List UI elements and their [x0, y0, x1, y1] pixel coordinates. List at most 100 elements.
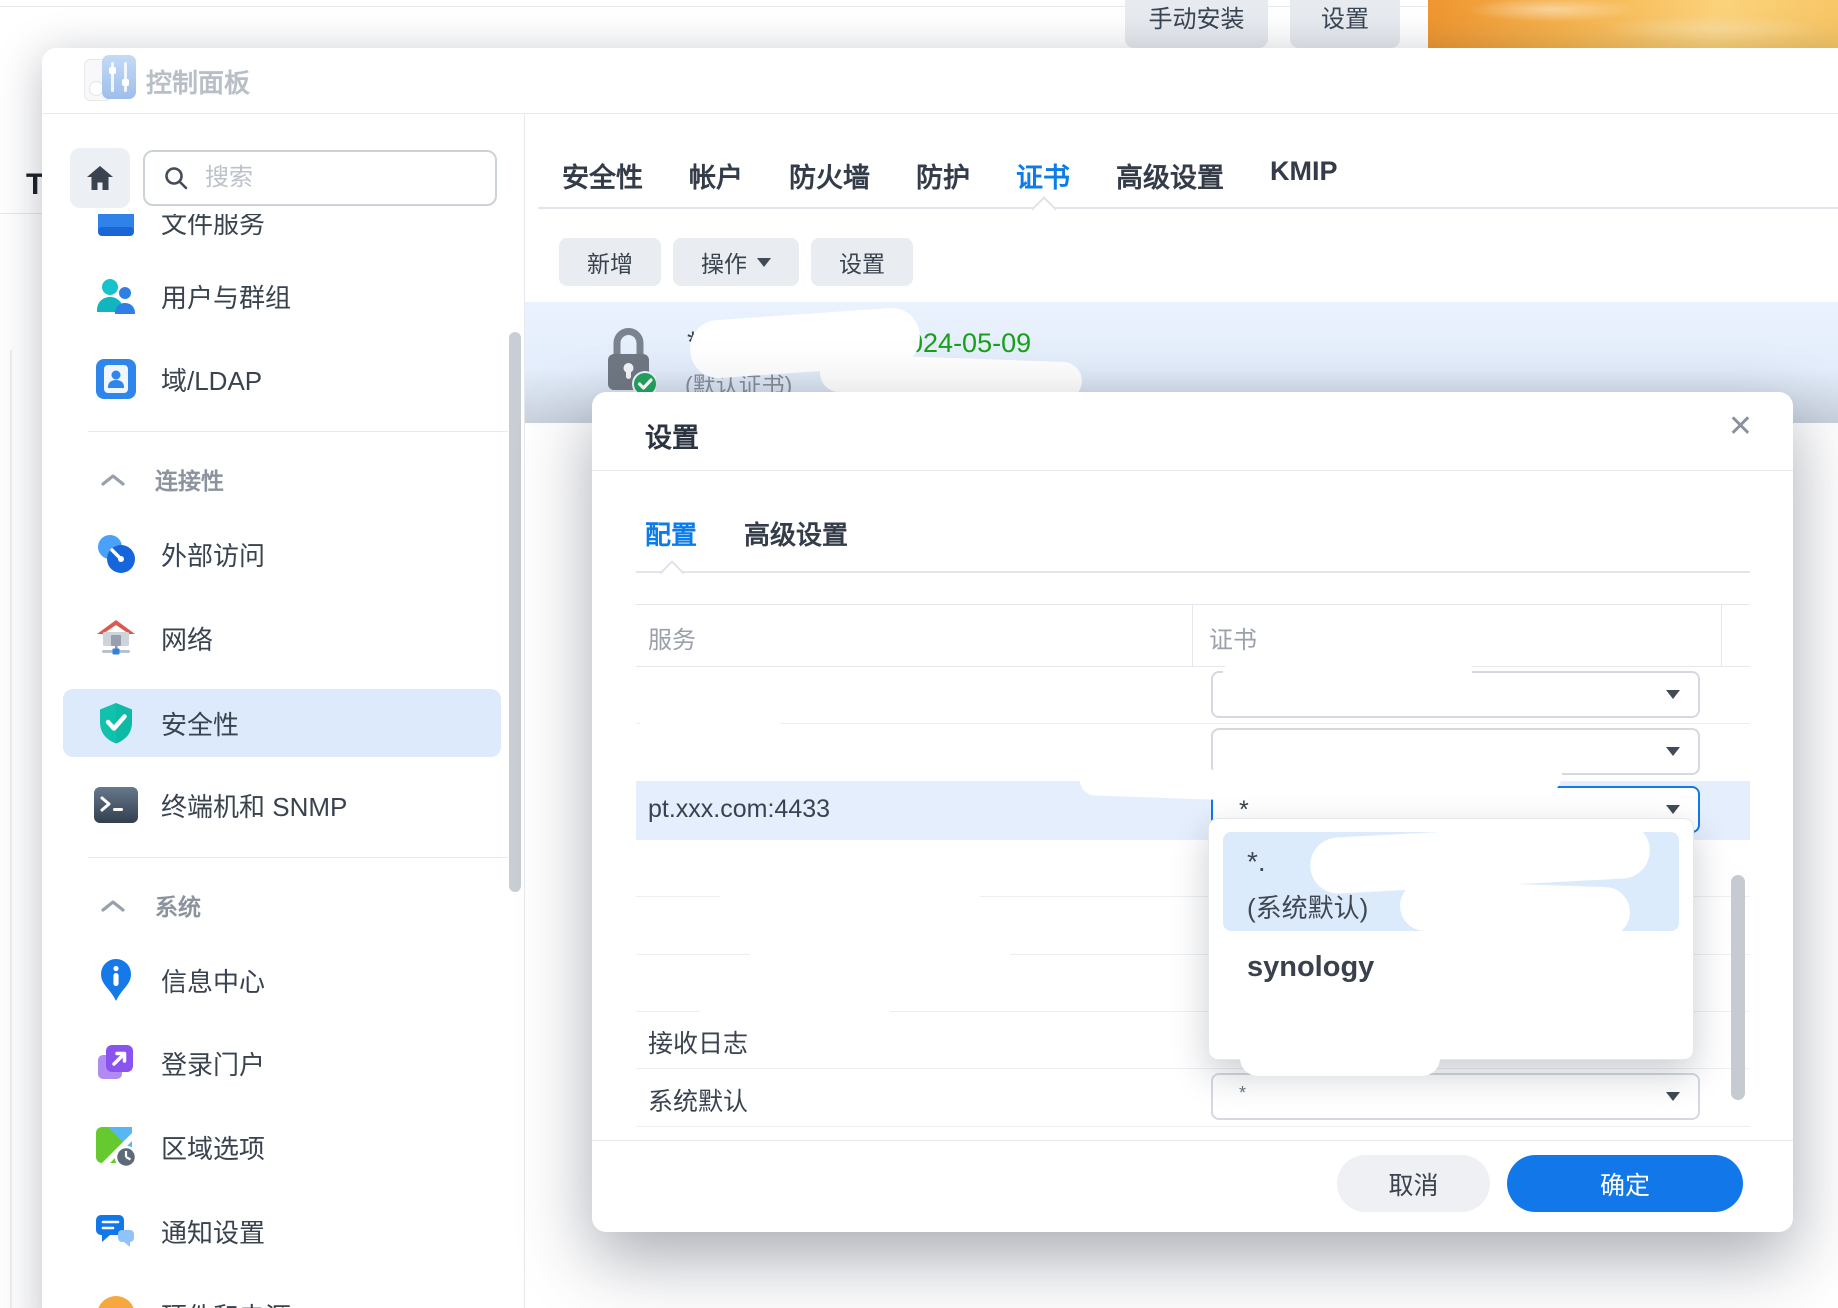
- security-shield-icon: [93, 701, 139, 745]
- header-divider: [42, 113, 1838, 114]
- column-header-service: 服务: [648, 620, 696, 655]
- sidebar-item-terminal-snmp[interactable]: 终端机和 SNMP: [63, 771, 501, 839]
- dialog-tab-configuration[interactable]: 配置: [645, 515, 697, 552]
- certificate-lock-icon: [600, 320, 656, 402]
- notification-icon: [93, 1211, 139, 1251]
- settings-button[interactable]: 设置: [811, 238, 913, 286]
- search-icon: [163, 165, 189, 191]
- sidebar-item-file-services[interactable]: 文件服务: [63, 214, 501, 256]
- redaction-blob: [1080, 765, 1251, 801]
- caret-down-icon: [1666, 747, 1680, 756]
- info-center-icon: [93, 957, 139, 1003]
- redaction-blob: [700, 1002, 890, 1022]
- table-top-border: [636, 604, 1750, 605]
- sidebar-item-external-access[interactable]: 外部访问: [63, 520, 501, 588]
- section-label: 连接性: [155, 462, 224, 496]
- close-icon[interactable]: ✕: [1728, 412, 1753, 442]
- dialog-tab-bar: 配置 高级设置: [645, 515, 848, 552]
- service-cell: pt.xxx.com:4433: [648, 795, 830, 824]
- sidebar-item-label: 信息中心: [161, 962, 265, 999]
- redaction-blob: [1268, 769, 1559, 820]
- tab-protection[interactable]: 防护: [916, 156, 970, 195]
- sidebar-item-network[interactable]: 网络: [63, 604, 501, 672]
- dropdown-option-synology[interactable]: synology: [1247, 951, 1374, 984]
- sidebar-item-label: 域/LDAP: [161, 361, 262, 398]
- home-button[interactable]: [70, 148, 130, 208]
- redacted-value-mark: *: [1239, 1083, 1246, 1104]
- sidebar-item-users-groups[interactable]: 用户与群组: [63, 262, 501, 330]
- table-bottom-border: [636, 1126, 1750, 1127]
- external-access-icon: [93, 533, 139, 575]
- certificate-toolbar: 新增 操作 设置: [559, 238, 913, 286]
- row-divider: [636, 1068, 1750, 1069]
- sidebar-item-label: 用户与群组: [161, 278, 291, 315]
- sidebar-section-system[interactable]: 系统: [63, 885, 483, 925]
- sidebar-item-info-center[interactable]: 信息中心: [63, 946, 501, 1014]
- sidebar-item-hardware-power[interactable]: 硬件和电源: [63, 1281, 501, 1308]
- section-label: 系统: [155, 888, 201, 922]
- manual-install-label: 手动安装: [1149, 0, 1245, 34]
- dialog-tab-advanced[interactable]: 高级设置: [744, 515, 848, 552]
- ok-button[interactable]: 确定: [1507, 1155, 1743, 1212]
- cancel-button[interactable]: 取消: [1337, 1155, 1490, 1212]
- add-label: 新增: [587, 245, 633, 279]
- sidebar-item-label: 区域选项: [161, 1129, 265, 1166]
- action-button[interactable]: 操作: [673, 238, 799, 286]
- terminal-icon: [93, 787, 139, 823]
- redaction-blob: [750, 944, 1010, 966]
- dialog-scrollbar[interactable]: [1731, 875, 1745, 1100]
- desktop-settings-label: 设置: [1321, 0, 1369, 34]
- redaction-blob: [640, 710, 780, 736]
- tab-certificate[interactable]: 证书: [1016, 156, 1070, 195]
- caret-down-icon: [757, 258, 771, 267]
- table-header-border: [636, 666, 1750, 667]
- regional-options-icon: [93, 1125, 139, 1169]
- option-line1: *.: [1247, 846, 1266, 878]
- redaction-blob: [1221, 648, 1472, 701]
- network-icon: [93, 617, 139, 659]
- redaction-blob: [1248, 1076, 1438, 1116]
- tab-security[interactable]: 安全性: [562, 156, 643, 195]
- caret-down-icon: [1666, 805, 1680, 814]
- desktop-settings-button[interactable]: 设置: [1290, 0, 1400, 48]
- desktop-wallpaper: [1428, 0, 1838, 48]
- sidebar-item-notification-settings[interactable]: 通知设置: [63, 1197, 501, 1265]
- sidebar-item-label: 硬件和电源: [161, 1297, 291, 1308]
- tab-account[interactable]: 帐户: [689, 156, 743, 195]
- tab-advanced[interactable]: 高级设置: [1116, 156, 1224, 195]
- sidebar-item-security[interactable]: 安全性: [63, 689, 501, 757]
- chevron-up-icon: [101, 473, 125, 486]
- settings-dialog: 设置 ✕ 配置 高级设置 服务 证书 pt.xxx.com:4433 接收日志 …: [592, 392, 1793, 1232]
- control-panel-icon: [84, 55, 136, 101]
- domain-icon: [93, 359, 139, 399]
- sidebar-item-label: 登录门户: [161, 1045, 265, 1082]
- column-divider: [1721, 604, 1722, 666]
- search-input[interactable]: [203, 163, 447, 193]
- sidebar-item-label: 外部访问: [161, 536, 265, 573]
- dialog-header-divider: [592, 470, 1793, 471]
- add-button[interactable]: 新增: [559, 238, 661, 286]
- tab-kmip[interactable]: KMIP: [1270, 156, 1338, 195]
- sidebar-divider: [524, 113, 525, 1308]
- tab-firewall[interactable]: 防火墙: [789, 156, 870, 195]
- cancel-label: 取消: [1388, 1172, 1438, 1200]
- sidebar-section-connectivity[interactable]: 连接性: [63, 459, 483, 499]
- dialog-tab-underline: [636, 571, 1750, 573]
- background-table-edge: [10, 350, 12, 1308]
- manual-install-button[interactable]: 手动安装: [1125, 0, 1268, 48]
- redaction-blob: [720, 886, 980, 908]
- dialog-active-tab-notch: [659, 560, 684, 585]
- sidebar-item-regional-options[interactable]: 区域选项: [63, 1113, 501, 1181]
- tab-underline: [538, 207, 1838, 209]
- window-title: 控制面板: [146, 63, 250, 100]
- caret-down-icon: [1666, 690, 1680, 699]
- sidebar-item-login-portal[interactable]: 登录门户: [63, 1029, 501, 1097]
- sidebar-item-domain-ldap[interactable]: 域/LDAP: [63, 345, 501, 413]
- sidebar-item-label: 通知设置: [161, 1213, 265, 1250]
- receive-logs-cell: 接收日志: [648, 1024, 748, 1060]
- sidebar-search[interactable]: [143, 150, 497, 206]
- sidebar-scrollbar[interactable]: [509, 332, 521, 892]
- ok-label: 确定: [1600, 1172, 1650, 1200]
- column-divider: [1192, 604, 1193, 666]
- home-icon: [85, 164, 115, 192]
